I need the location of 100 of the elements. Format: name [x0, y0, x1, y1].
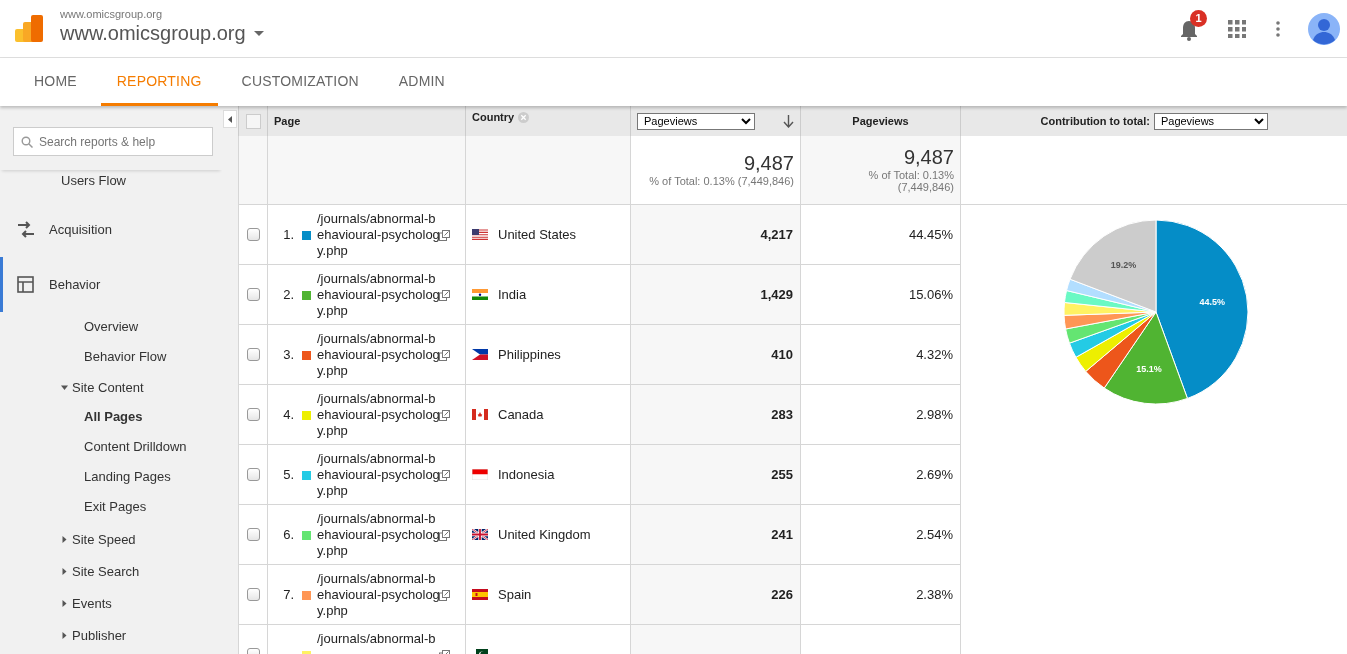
account-name: www.omicsgroup.org: [60, 8, 164, 20]
table-cell: 4,217: [630, 204, 801, 264]
column-header[interactable]: Country: [472, 111, 515, 123]
slice-label: 19.2%: [1110, 259, 1137, 270]
page-link[interactable]: /journals/abnormal-b: [317, 630, 441, 647]
table-cell: 226: [630, 564, 801, 624]
table-cell: 283: [630, 384, 801, 444]
row-checkbox[interactable]: [246, 347, 260, 361]
more-menu-icon: [1276, 20, 1280, 37]
total-note: % of Total: 0.13% (7,449,846): [867, 169, 954, 194]
sidebar-group[interactable]: Site Speed: [72, 531, 136, 547]
nav-tab[interactable]: CUSTOMIZATION: [225, 58, 375, 106]
country-link[interactable]: Spain: [498, 586, 532, 602]
column-header[interactable]: Page: [267, 106, 466, 136]
arrows-icon: [17, 221, 35, 238]
row-number: 5.: [282, 466, 295, 483]
page-link[interactable]: /journals/abnormal-behavioural-psychology.php: [317, 270, 441, 319]
sidebar-link[interactable]: Landing Pages: [0, 462, 222, 492]
nav-tab[interactable]: ADMIN: [382, 58, 461, 106]
select-all-checkbox[interactable]: [245, 113, 261, 129]
sidebar-link[interactable]: Overview: [0, 312, 222, 342]
table-cell: 255: [630, 444, 801, 504]
country-link[interactable]: Canada: [498, 406, 544, 422]
row-checkbox[interactable]: [246, 467, 260, 481]
country-link[interactable]: Philippines: [498, 346, 561, 362]
sidebar-link[interactable]: Exit Pages: [0, 492, 222, 522]
sidebar-section[interactable]: Acquisition: [0, 202, 222, 257]
table-cell: 241: [630, 504, 801, 564]
sidebar-link[interactable]: Content Drilldown: [0, 432, 222, 462]
sidebar-link[interactable]: All Pages: [0, 402, 222, 432]
flag-icon: [472, 468, 488, 480]
table-cell: 2.38%: [800, 564, 961, 624]
page-link[interactable]: /journals/abnormal-behavioural-psychology.php: [317, 570, 441, 619]
slice-label: 44.5%: [1199, 296, 1225, 307]
flag-icon: [472, 408, 488, 420]
layout-icon: [17, 276, 35, 293]
row-number: 2.: [282, 286, 295, 303]
apps-grid-icon: [1228, 19, 1246, 38]
row-checkbox[interactable]: [246, 407, 260, 421]
caret-icon: [253, 31, 264, 36]
external-link-icon: [439, 589, 450, 601]
table-cell: 2.69%: [800, 444, 961, 504]
page-link[interactable]: /journals/abnormal-behavioural-psychology.php: [317, 510, 441, 559]
row-number: 4.: [282, 406, 295, 423]
page-link[interactable]: /journals/abnormal-behavioural-psychology.php: [317, 450, 441, 499]
row-number: 1.: [282, 226, 295, 243]
contribution-label: Contribution to total:: [1040, 115, 1150, 127]
section-label: Acquisition: [49, 222, 112, 237]
external-link-icon: [439, 289, 450, 301]
sidebar-group[interactable]: Publisher: [72, 627, 127, 643]
external-link-icon: [439, 469, 450, 481]
total-note: % of Total: 0.13% (7,449,846): [648, 175, 794, 188]
external-link-icon: [439, 529, 450, 541]
row-checkbox[interactable]: [246, 587, 260, 601]
row-checkbox[interactable]: [246, 527, 260, 541]
sidebar-link[interactable]: Behavior Flow: [0, 342, 222, 372]
external-link-icon: [439, 229, 450, 241]
remove-icon: [518, 111, 530, 123]
country-link[interactable]: United Kingdom: [498, 526, 591, 542]
flag-icon: [472, 228, 488, 240]
sidebar-group[interactable]: Site Content: [72, 379, 144, 395]
page-link[interactable]: /journals/abnormal-behavioural-psychology.php: [317, 330, 441, 379]
notification-badge: 1: [1190, 9, 1207, 27]
column-header: Pageviews: [800, 106, 961, 136]
collapse-toggle[interactable]: [223, 110, 237, 128]
table-cell: 2.54%: [800, 504, 961, 564]
table-cell: 15.06%: [800, 264, 961, 324]
contribution-dropdown[interactable]: Pageviews: [1153, 112, 1268, 130]
page-link[interactable]: /journals/abnormal-behavioural-psychology.php: [317, 390, 441, 439]
flag-icon: [472, 288, 488, 300]
row-number: 6.: [282, 526, 295, 543]
external-link-icon: [439, 349, 450, 361]
sidebar-group[interactable]: Site Search: [72, 563, 140, 579]
avatar-icon: [1308, 12, 1340, 45]
table-cell: 1,429: [630, 264, 801, 324]
table-cell: 2.98%: [800, 384, 961, 444]
row-number: 3.: [282, 346, 295, 363]
sidebar-link[interactable]: Users Flow: [0, 166, 222, 196]
total-value: 9,487: [902, 146, 954, 170]
table-cell: 4.32%: [800, 324, 961, 384]
flag-icon: [472, 528, 488, 540]
country-link[interactable]: Indonesia: [498, 466, 555, 482]
metric-dropdown[interactable]: Pageviews: [637, 112, 755, 130]
sort-down-icon: [783, 114, 794, 128]
property-name[interactable]: www.omicsgroup.org: [60, 22, 246, 45]
left-arrow-icon: [228, 115, 232, 123]
row-checkbox[interactable]: [246, 227, 260, 241]
total-value: 9,487: [742, 152, 794, 176]
external-link-icon: [439, 409, 450, 421]
analytics-logo: [15, 15, 43, 42]
section-label: Behavior: [49, 277, 101, 292]
table-cell: 44.45%: [800, 204, 961, 264]
page-link[interactable]: /journals/abnormal-behavioural-psychology.php: [317, 210, 441, 259]
search-field[interactable]: Search reports & help: [13, 127, 213, 156]
sidebar-group[interactable]: Events: [72, 595, 112, 611]
row-checkbox[interactable]: [246, 287, 260, 301]
country-link[interactable]: United States: [498, 226, 577, 242]
country-link[interactable]: India: [498, 286, 527, 302]
nav-tab[interactable]: HOME: [18, 58, 93, 106]
flag-icon: [472, 588, 488, 600]
